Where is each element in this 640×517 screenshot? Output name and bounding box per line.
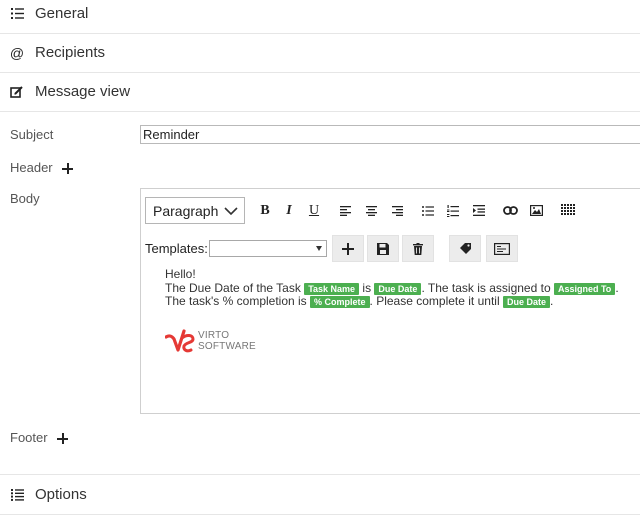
greeting-line: Hello! — [165, 267, 196, 281]
section-message-view[interactable]: Message view — [0, 72, 640, 112]
message-text: . — [615, 280, 619, 295]
message-text: The task's % completion is — [165, 294, 307, 308]
section-options-label: Options — [35, 486, 87, 503]
logo-line1: VIRTO — [198, 330, 230, 341]
message-text: . The task is assigned to — [421, 280, 551, 295]
chevron-down-icon — [224, 207, 238, 216]
editor-toolbar: Paragraph B I U — [145, 197, 640, 225]
templates-label: Templates: — [145, 241, 208, 256]
header-label: Header — [10, 160, 53, 175]
table-icon[interactable] — [556, 197, 580, 224]
message-line-2: The Due Date of the Task Task Name is Du… — [165, 280, 640, 296]
format-select-value: Paragraph — [153, 202, 219, 219]
save-template-button[interactable] — [367, 235, 399, 262]
section-recipients[interactable]: @ Recipients — [0, 33, 640, 73]
add-header-plus-icon[interactable] — [62, 163, 74, 175]
section-general[interactable]: General — [0, 0, 640, 34]
logo-text: VIRTO SOFTWARE — [198, 330, 256, 352]
options-list-icon — [10, 488, 24, 502]
caret-down-icon — [316, 246, 322, 251]
tag-due-date[interactable]: Due Date — [374, 282, 422, 295]
header-row: Header — [10, 160, 74, 175]
list-icon — [10, 7, 24, 21]
plus-icon — [342, 242, 354, 255]
edit-icon — [10, 85, 24, 99]
section-message-view-label: Message view — [35, 83, 131, 100]
image-icon[interactable] — [524, 197, 548, 224]
insert-tag-button[interactable] — [449, 235, 481, 262]
indent-icon[interactable] — [467, 197, 491, 224]
underline-button[interactable]: U — [302, 197, 326, 224]
format-select[interactable]: Paragraph — [145, 197, 245, 224]
footer-row: Footer — [10, 430, 69, 445]
tag-assigned-to[interactable]: Assigned To — [553, 282, 616, 295]
message-line-3: The task's % completion is % Complete. P… — [165, 294, 640, 309]
tag-task-name[interactable]: Task Name — [304, 282, 360, 295]
link-icon[interactable] — [498, 197, 522, 224]
subject-label: Subject — [10, 127, 54, 142]
logo-line2: SOFTWARE — [198, 341, 256, 352]
section-options[interactable]: Options — [0, 475, 640, 515]
source-code-button[interactable] — [486, 235, 518, 262]
delete-template-button[interactable] — [402, 235, 434, 262]
body-editor: Paragraph B I U Templates: Hello! The Du… — [140, 188, 640, 414]
add-template-button[interactable] — [332, 235, 364, 262]
message-text: . — [549, 294, 554, 308]
numbered-list-icon[interactable] — [441, 197, 465, 224]
body-label: Body — [10, 191, 40, 206]
message-text: . Please complete it until — [369, 294, 500, 308]
footer-label: Footer — [10, 430, 48, 445]
align-center-icon[interactable] — [359, 197, 383, 224]
add-footer-plus-icon[interactable] — [57, 433, 69, 445]
message-text: The Due Date of the Task — [165, 280, 301, 295]
floppy-disk-icon — [377, 242, 389, 255]
tag-due-date-2[interactable]: Due Date — [502, 296, 550, 308]
message-text: is — [362, 280, 372, 295]
code-view-icon — [494, 242, 510, 255]
trash-icon — [413, 242, 423, 255]
bullet-list-icon[interactable] — [416, 197, 440, 224]
bold-button[interactable]: B — [253, 197, 277, 224]
logo-mark-icon — [165, 329, 195, 353]
at-icon: @ — [9, 44, 25, 61]
align-left-icon[interactable] — [333, 197, 357, 224]
templates-select[interactable] — [209, 240, 327, 257]
templates-toolbar: Templates: — [145, 235, 640, 263]
tag-percent-complete[interactable]: % Complete — [310, 296, 370, 308]
message-content[interactable]: Hello! The Due Date of the Task Task Nam… — [165, 267, 640, 309]
subject-input[interactable] — [140, 125, 640, 144]
virtosoftware-logo: VIRTO SOFTWARE — [165, 326, 256, 356]
align-right-icon[interactable] — [385, 197, 409, 224]
section-recipients-label: Recipients — [35, 44, 106, 61]
tag-icon — [459, 243, 471, 254]
italic-button[interactable]: I — [277, 197, 301, 224]
section-general-label: General — [35, 5, 89, 22]
